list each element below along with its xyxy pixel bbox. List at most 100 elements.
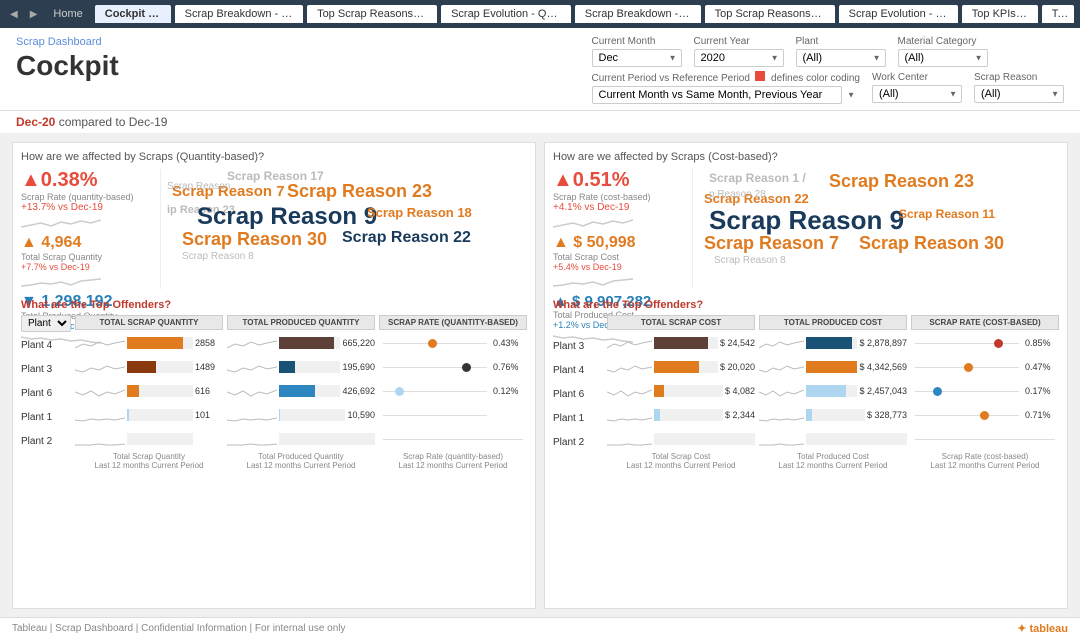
filter-period-select[interactable]: Current Month vs Same Month, Previous Ye… bbox=[592, 86, 842, 104]
filter-month-wrap: Dec bbox=[592, 49, 682, 67]
qty-plant-3: Plant 3 bbox=[21, 358, 71, 382]
nav-home[interactable]: Home bbox=[45, 5, 90, 23]
qty-word-cloud: Scrap Reason 17 Scrap Reason 7 Scrap Rea… bbox=[167, 169, 527, 289]
nav-tab-scrap-breakdown-cost[interactable]: Scrap Breakdown - Cost-based bbox=[575, 5, 701, 23]
wc-cost-reason28: p Reason 28 bbox=[709, 189, 766, 200]
cost-plant-1: Plant 1 bbox=[553, 407, 603, 431]
spark-qty-3 bbox=[75, 358, 125, 376]
qty-total-scrap-block: ▲ 4,964 Total Scrap Quantity +7.7% vs De… bbox=[21, 234, 152, 293]
cost-offenders-section: What are the Top Offenders? Plant 3 Plan… bbox=[553, 299, 1059, 600]
nav-tab-top-scrap-cost[interactable]: Top Scrap Reasons - Cost-based bbox=[705, 5, 835, 23]
qty-produced-col-header: Total Produced Quantity bbox=[227, 315, 375, 330]
cost-scrap-col-header: Total Scrap Cost bbox=[607, 315, 755, 330]
nav-tab-scrap-evol-qty[interactable]: Scrap Evolution - Quantity-bas... bbox=[441, 5, 571, 23]
qty-val-6: 616 bbox=[195, 386, 223, 396]
cost-prod-bar-1: $ 328,773 bbox=[759, 404, 907, 426]
bar-cost-prod-4 bbox=[806, 361, 857, 373]
filter-scrapreason-wrap: (All) bbox=[974, 85, 1064, 103]
header-left: Scrap Dashboard Cockpit bbox=[16, 36, 119, 82]
qty-prod-val-3: 195,690 bbox=[342, 362, 375, 372]
nav-tab-scrap-breakdown-qty[interactable]: Scrap Breakdown - Quantity-b... bbox=[175, 5, 303, 23]
filter-plant-label: Plant bbox=[796, 36, 886, 47]
qty-rate-row-1 bbox=[379, 404, 527, 426]
qty-plant-filter[interactable]: Plant bbox=[21, 315, 71, 332]
qty-prod-val-4: 665,220 bbox=[342, 338, 375, 348]
wc-sr23: Scrap Reason 23 bbox=[287, 181, 432, 202]
dot-cost-rate-1 bbox=[980, 411, 989, 420]
bar-prod-3 bbox=[279, 361, 295, 373]
period-compare: Dec-19 bbox=[129, 115, 168, 129]
spark-cost-prod-3 bbox=[759, 334, 804, 352]
cost-panel: How are we affected by Scraps (Cost-base… bbox=[544, 142, 1068, 609]
spark-prod-3 bbox=[227, 358, 277, 376]
qty-produced-col: Total Produced Quantity 665,220 bbox=[227, 315, 375, 470]
filter-material-select[interactable]: (All) bbox=[898, 49, 988, 67]
qty-prod-val-1: 10,590 bbox=[347, 410, 375, 420]
filter-plant-select[interactable]: (All) bbox=[796, 49, 886, 67]
filter-workcenter-select[interactable]: (All) bbox=[872, 85, 962, 103]
spark-cost-scrap-2 bbox=[607, 430, 652, 448]
qty-scrap-rate-label: Scrap Rate (quantity-based) bbox=[21, 192, 152, 202]
cost-rate-row-3: 0.85% bbox=[911, 332, 1059, 354]
cost-rate-val-6: 0.17% bbox=[1025, 386, 1055, 396]
filter-material-wrap: (All) bbox=[898, 49, 988, 67]
spark-cost-scrap-4 bbox=[607, 358, 652, 376]
qty-spark-bar-2 bbox=[75, 428, 223, 450]
nav-forward[interactable]: ▶ bbox=[26, 7, 42, 22]
qty-scrap-footer: Total Scrap Quantity Last 12 months Curr… bbox=[75, 452, 223, 470]
dot-rate-3 bbox=[462, 363, 471, 372]
nav-tab-kpi-trends[interactable]: Top KPIs Trends bbox=[962, 5, 1038, 23]
cost-scrap-footer: Total Scrap Cost Last 12 months Current … bbox=[607, 452, 755, 470]
wc-sr8-qty: Scrap Reason 8 bbox=[182, 251, 254, 262]
filter-year-select[interactable]: 2020 bbox=[694, 49, 784, 67]
qty-plant-1: Plant 1 bbox=[21, 406, 71, 430]
cost-rate-val-4: 0.47% bbox=[1025, 362, 1055, 372]
qty-plant-2: Plant 2 bbox=[21, 430, 71, 454]
cost-scrap-val-4: $ 20,020 bbox=[720, 362, 755, 372]
cost-plant-2: Plant 2 bbox=[553, 431, 603, 455]
cost-scrap-rate-block: ▲0.51% Scrap Rate (cost-based) +4.1% vs … bbox=[553, 169, 684, 234]
cost-total-scrap-label: Total Scrap Cost bbox=[553, 252, 684, 262]
cost-offenders-title: What are the Top Offenders? bbox=[553, 299, 1059, 311]
qty-scrap-col-header: Total Scrap Quantity bbox=[75, 315, 223, 330]
cost-plant-4: Plant 4 bbox=[553, 359, 603, 383]
wc-sr9: Scrap Reason 9 bbox=[197, 203, 377, 231]
nav-back[interactable]: ◀ bbox=[6, 7, 22, 22]
wc-cost-sr30: Scrap Reason 30 bbox=[859, 233, 1004, 254]
nav-tab-cockpit[interactable]: Cockpit - Scrap bbox=[95, 5, 171, 23]
quantity-panel-title: How are we affected by Scraps (Quantity-… bbox=[21, 151, 527, 163]
nav-tab-top[interactable]: Top bbox=[1042, 5, 1074, 23]
wc-sr30: Scrap Reason 30 bbox=[182, 229, 327, 250]
bar-cost-prod-1 bbox=[806, 409, 812, 421]
nav-tab-scrap-evol-cost[interactable]: Scrap Evolution - Cost-based bbox=[839, 5, 958, 23]
dot-cost-rate-6 bbox=[933, 387, 942, 396]
cost-prod-bar-3: $ 2,878,897 bbox=[759, 332, 907, 354]
filter-scrapreason-select[interactable]: (All) bbox=[974, 85, 1064, 103]
bar-qty-1 bbox=[127, 409, 129, 421]
filter-month-label: Current Month bbox=[592, 36, 682, 47]
spark-cost-prod-2 bbox=[759, 430, 804, 448]
cost-scrap-val-6: $ 4,082 bbox=[725, 386, 755, 396]
header: Scrap Dashboard Cockpit Current Month De… bbox=[0, 28, 1080, 111]
bar-cost-prod-3 bbox=[806, 337, 852, 349]
cost-total-scrap-block: ▲ $ 50,998 Total Scrap Cost +5.4% vs Dec… bbox=[553, 234, 684, 293]
nav-tab-top-scrap-qty[interactable]: Top Scrap Reasons - Quantity-... bbox=[307, 5, 437, 23]
bar-cost-scrap-1 bbox=[654, 409, 660, 421]
spark-prod-2 bbox=[227, 430, 277, 448]
filter-year-label: Current Year bbox=[694, 36, 784, 47]
qty-spark-bar-6: 616 bbox=[75, 380, 223, 402]
cost-plant-col: Plant 3 Plant 4 Plant 6 Plant 1 Plant 2 bbox=[553, 315, 603, 455]
cost-rate-row-1: 0.71% bbox=[911, 404, 1059, 426]
qty-rate-sparkline bbox=[21, 213, 101, 231]
cost-rate-col: Scrap Rate (Cost-Based) 0.85% 0.47% bbox=[911, 315, 1059, 470]
bar-cost-scrap-4 bbox=[654, 361, 699, 373]
cost-rate-val-3: 0.85% bbox=[1025, 338, 1055, 348]
qty-offenders-title: What are the Top Offenders? bbox=[21, 299, 527, 311]
wc-sr18: Scrap Reason 18 bbox=[367, 205, 472, 220]
filter-month-select[interactable]: Dec bbox=[592, 49, 682, 67]
qty-total-scrap-change: +7.7% vs Dec-19 bbox=[21, 262, 152, 272]
filter-material-label: Material Category bbox=[898, 36, 988, 47]
qty-rate-val-4: 0.43% bbox=[493, 338, 523, 348]
qty-scrap-rate-value: ▲0.38% bbox=[21, 169, 152, 192]
wc-sr22: Scrap Reason 22 bbox=[342, 229, 471, 247]
